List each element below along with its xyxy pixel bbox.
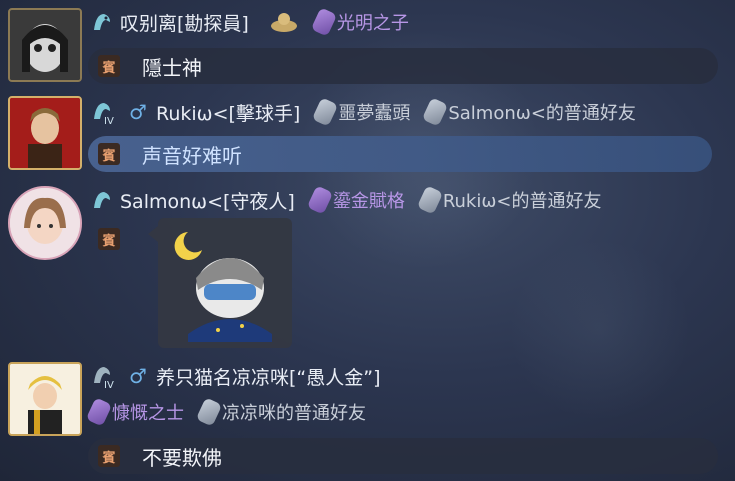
fish-rank-icon: IV [90, 100, 120, 125]
tag-icon [416, 185, 444, 215]
seal-icon: 賓 [98, 143, 120, 165]
message-bubble: 賓 声音好难听 [88, 136, 712, 172]
avatar[interactable] [8, 186, 82, 260]
seal-icon: 賓 [98, 55, 120, 77]
tag-label: 鎏金賦格 [332, 191, 405, 212]
title-tag: 光明之子 [310, 7, 409, 37]
player-name[interactable]: Rukiω<[擊球手] [156, 99, 300, 126]
tag-label: 噩夢蠹頭 [338, 103, 411, 124]
friend-tag: 凉凉咪的普通好友 [195, 397, 366, 427]
tag-label: 凉凉咪的普通好友 [222, 403, 366, 424]
sleeping-character-sticker [174, 232, 272, 342]
fish-rank-icon [90, 188, 114, 212]
fish-rank-icon: IV [90, 364, 120, 389]
message-tags-row: 慷慨之士 凉凉咪的普通好友 [80, 397, 366, 427]
avatar[interactable] [8, 362, 82, 436]
title-tag: 噩夢蠹頭 [312, 97, 411, 127]
tag-icon [422, 97, 449, 127]
message-text: 声音好难听 [142, 143, 242, 168]
tag-icon [306, 185, 334, 215]
tag-label: Salmonω<的普通好友 [448, 103, 636, 124]
message-text: 隱士神 [142, 55, 202, 80]
message-header: 叹别离[勘探員] 光明之子 [90, 7, 409, 37]
level-label: IV [104, 380, 114, 389]
tag-label: Rukiω<的普通好友 [442, 191, 602, 212]
message-header: Salmonω<[守夜人] 鎏金賦格 Rukiω<的普通好友 [90, 185, 602, 215]
male-gender-icon: ♂ [129, 100, 147, 124]
tag-label: 光明之子 [336, 13, 409, 34]
tag-icon [85, 397, 113, 427]
tag-label: 慷慨之士 [112, 403, 184, 424]
avatar[interactable] [8, 96, 82, 170]
male-gender-icon: ♂ [129, 364, 147, 388]
friend-tag: Rukiω<的普通好友 [416, 185, 602, 215]
tag-icon [310, 7, 338, 37]
title-tag: 鎏金賦格 [306, 185, 405, 215]
message-bubble: 賓 不要欺佛 [88, 438, 718, 474]
message-header: IV ♂ Rukiω<[擊球手] 噩夢蠹頭 Salmonω<的普通好友 [90, 97, 636, 127]
tag-icon [312, 97, 339, 127]
player-name[interactable]: 养只猫名凉凉咪[“愚人金”] [156, 363, 381, 390]
message-bubble: 賓 隱士神 [88, 48, 718, 84]
seal-icon: 賓 [98, 445, 120, 467]
friend-tag: Salmonω<的普通好友 [422, 97, 636, 127]
title-tag: 慷慨之士 [85, 397, 184, 427]
avatar[interactable] [8, 8, 82, 82]
sticker-message[interactable] [148, 218, 292, 348]
player-name[interactable]: 叹别离[勘探員] [120, 9, 249, 36]
tag-icon [195, 397, 223, 427]
seal-icon: 賓 [98, 228, 120, 250]
player-name[interactable]: Salmonω<[守夜人] [120, 187, 295, 214]
level-label: IV [104, 116, 114, 125]
fish-rank-icon [90, 10, 114, 34]
crest-icon [269, 10, 299, 34]
message-text: 不要欺佛 [142, 445, 222, 470]
message-header: IV ♂ 养只猫名凉凉咪[“愚人金”] [90, 362, 381, 390]
